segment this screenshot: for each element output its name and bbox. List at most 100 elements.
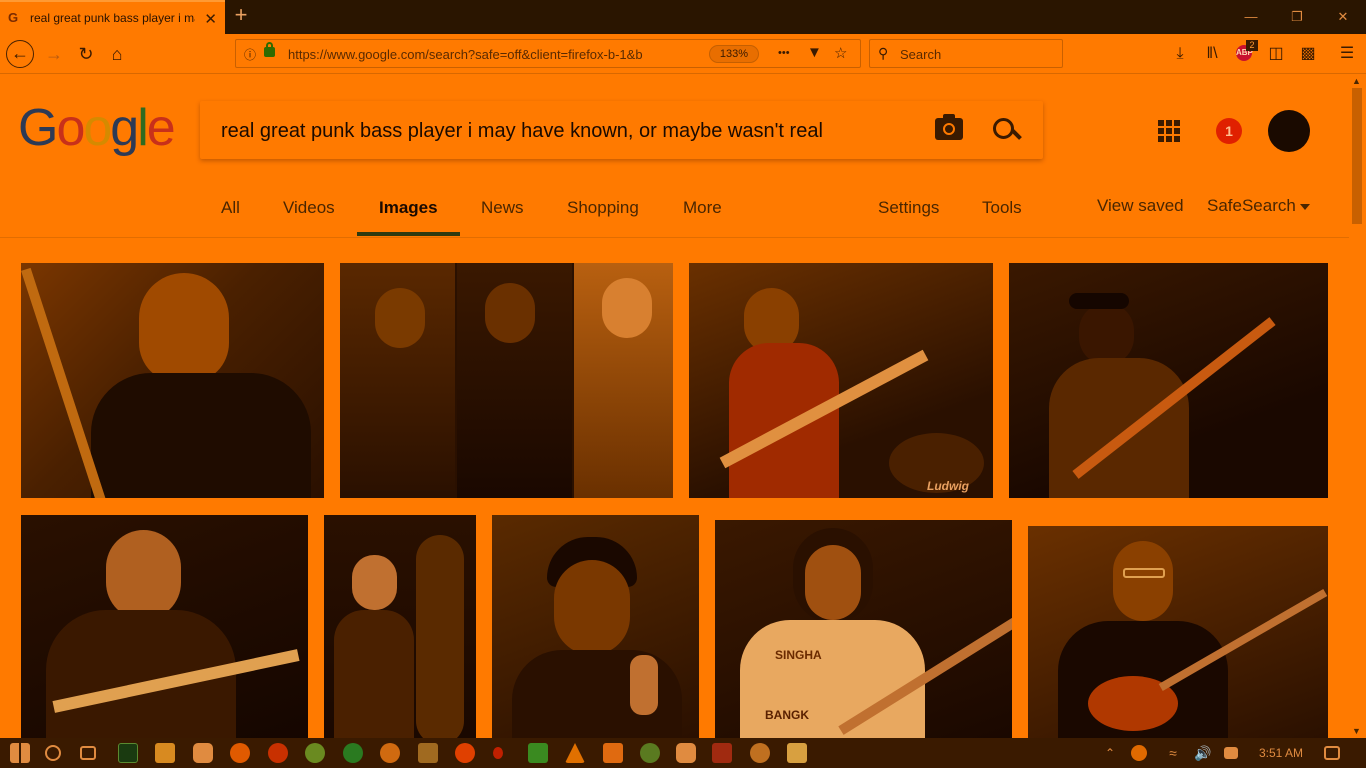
search-submit-icon[interactable] <box>990 115 1020 145</box>
sidebar-icon[interactable]: ◫ <box>1265 43 1287 65</box>
browser-tab[interactable]: G real great punk bass player i may have… <box>0 0 225 34</box>
logo-letter: e <box>146 99 176 157</box>
image-result[interactable] <box>1009 263 1328 498</box>
tab-close-icon[interactable]: ✕ <box>204 10 217 28</box>
windows-taskbar: ⌃ ≈ 🔊 3:51 AM <box>0 738 1366 768</box>
cortana-icon[interactable] <box>45 745 61 761</box>
app-icon[interactable] <box>750 743 770 763</box>
image-result[interactable]: Ludwig <box>689 263 993 498</box>
reload-icon[interactable]: ↻ <box>72 40 100 68</box>
scroll-down-icon[interactable]: ▼ <box>1352 726 1361 736</box>
image-result[interactable] <box>324 515 476 738</box>
dropbox-tray-icon[interactable] <box>1224 747 1238 759</box>
site-info-icon[interactable]: ⓘ <box>244 46 256 63</box>
vlc-icon[interactable] <box>565 743 585 763</box>
volume-icon[interactable]: 🔊 <box>1193 743 1213 763</box>
app-icon[interactable] <box>603 743 623 763</box>
tab-images[interactable]: Images <box>379 198 438 218</box>
logo-letter: l <box>137 99 148 157</box>
minimize-icon[interactable]: — <box>1228 6 1274 28</box>
home-icon[interactable]: ⌂ <box>103 40 131 68</box>
drum-brand-label: Ludwig <box>927 479 969 493</box>
avatar[interactable] <box>1268 110 1310 152</box>
page-actions-icon[interactable]: ••• <box>778 47 790 59</box>
notification-badge[interactable]: 1 <box>1216 118 1242 144</box>
bookmark-star-icon[interactable]: ☆ <box>834 44 847 62</box>
forward-arrow-icon[interactable]: → <box>40 40 68 68</box>
action-center-icon[interactable] <box>1324 746 1340 760</box>
chevron-up-icon[interactable]: ⌃ <box>1100 743 1120 763</box>
tab-more[interactable]: More <box>683 198 722 218</box>
pocket-icon[interactable]: ▼ <box>807 44 822 61</box>
person-figure <box>602 278 652 338</box>
image-result[interactable] <box>21 263 324 498</box>
dropbox-app-icon[interactable] <box>193 743 213 763</box>
tab-settings[interactable]: Settings <box>878 198 939 218</box>
app-icon[interactable] <box>418 743 438 763</box>
photoshop-icon[interactable] <box>118 743 138 763</box>
google-logo[interactable]: Google <box>18 98 176 158</box>
app-icon[interactable] <box>455 743 475 763</box>
tab-news[interactable]: News <box>481 198 524 218</box>
back-arrow-icon[interactable]: ← <box>6 40 34 68</box>
google-favicon-icon: G <box>8 10 19 25</box>
page-scrollbar[interactable]: ▲ ▼ <box>1349 74 1366 738</box>
tab-all[interactable]: All <box>221 198 240 218</box>
active-tab-indicator <box>357 232 460 236</box>
restore-icon[interactable]: ❐ <box>1274 6 1320 28</box>
app-icon[interactable] <box>640 743 660 763</box>
tab-videos[interactable]: Videos <box>283 198 335 218</box>
hat <box>1069 293 1129 309</box>
image-result[interactable] <box>492 515 699 738</box>
image-result[interactable] <box>21 515 308 738</box>
wifi-icon[interactable]: ≈ <box>1163 743 1183 763</box>
extension-chart-icon[interactable]: ▩ <box>1297 43 1319 65</box>
url-bar[interactable]: ⓘ https://www.google.com/search?safe=off… <box>235 39 861 68</box>
app-icon[interactable] <box>305 743 325 763</box>
new-tab-button[interactable]: + <box>230 4 252 28</box>
app-icon[interactable] <box>712 743 732 763</box>
view-saved-link[interactable]: View saved <box>1097 196 1184 216</box>
app-icon[interactable] <box>380 743 400 763</box>
tray-app-icon[interactable] <box>1131 745 1147 761</box>
edge-icon[interactable] <box>343 743 363 763</box>
camera-icon[interactable] <box>935 114 963 140</box>
downloads-icon[interactable]: ⤓ <box>1169 43 1191 65</box>
browser-search-input[interactable] <box>900 45 1050 63</box>
person-figure <box>1113 541 1173 621</box>
logo-letter: g <box>110 99 139 157</box>
tshirt-print: BANGK <box>765 708 809 722</box>
scrollbar-thumb[interactable] <box>1352 88 1362 224</box>
url-text[interactable]: https://www.google.com/search?safe=off&c… <box>288 47 708 62</box>
system-clock[interactable]: 3:51 AM <box>1259 746 1303 760</box>
browser-search-bar[interactable]: ⚲ <box>869 39 1063 68</box>
tab-shopping[interactable]: Shopping <box>567 198 639 218</box>
app-icon[interactable] <box>676 743 696 763</box>
window-close-icon[interactable]: ✕ <box>1320 6 1366 28</box>
firefox-icon[interactable] <box>230 743 250 763</box>
library-icon[interactable]: ‖\ <box>1201 43 1223 65</box>
file-explorer-icon[interactable] <box>155 743 175 763</box>
task-view-icon[interactable] <box>80 746 96 760</box>
tab-tools[interactable]: Tools <box>982 198 1022 218</box>
person-figure <box>334 610 414 738</box>
google-search-input[interactable] <box>221 118 921 144</box>
hamburger-menu-icon[interactable]: ☰ <box>1336 43 1358 65</box>
app-icon[interactable] <box>787 743 807 763</box>
image-result[interactable] <box>1028 526 1328 738</box>
tab-title: real great punk bass player i may have k… <box>30 11 195 25</box>
app-icon[interactable] <box>493 747 503 759</box>
microphone <box>630 655 658 715</box>
search-icon: ⚲ <box>878 45 889 61</box>
windows-start-icon[interactable] <box>10 743 30 763</box>
app-icon[interactable] <box>528 743 548 763</box>
logo-letter: o <box>83 99 112 157</box>
browser-titlebar: G real great punk bass player i may have… <box>0 0 1366 34</box>
image-result[interactable]: SINGHA BANGK <box>715 520 1012 738</box>
safesearch-dropdown[interactable]: SafeSearch <box>1207 196 1310 216</box>
zoom-level[interactable]: 133% <box>709 45 759 63</box>
apps-grid-icon[interactable] <box>1158 120 1180 142</box>
chrome-icon[interactable] <box>268 743 288 763</box>
scroll-up-icon[interactable]: ▲ <box>1352 76 1361 86</box>
image-result[interactable] <box>340 263 673 498</box>
